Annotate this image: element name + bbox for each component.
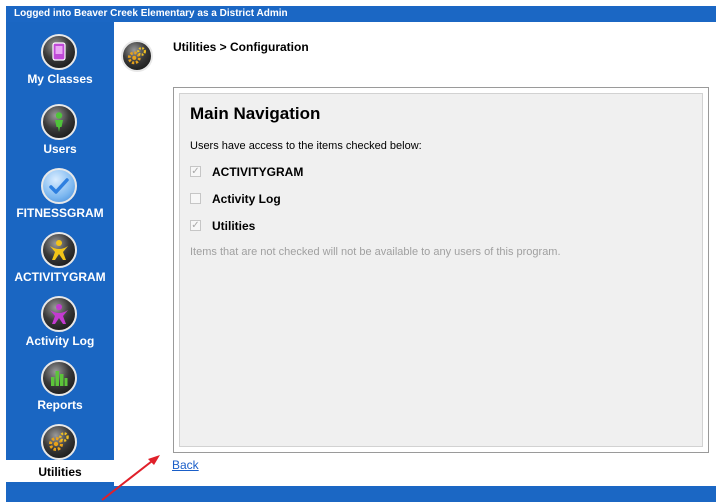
reports-icon	[41, 360, 77, 396]
sidebar-item-label: Users	[43, 142, 77, 156]
back-link[interactable]: Back	[172, 458, 199, 472]
sidebar-item-my-classes[interactable]: My Classes	[6, 32, 114, 96]
main-navigation-section: Main Navigation Users have access to the…	[179, 93, 703, 447]
sidebar-item-activity-log[interactable]: Activity Log	[6, 294, 114, 358]
my-classes-icon	[41, 34, 77, 70]
section-description: Users have access to the items checked b…	[190, 140, 422, 152]
sidebar-item-label: My Classes	[27, 72, 93, 86]
activity-log-checkbox[interactable]	[190, 193, 201, 204]
option-label: Utilities	[212, 219, 256, 233]
sidebar-item-label: Reports	[37, 398, 83, 412]
activitygram-icon	[41, 232, 77, 268]
breadcrumb: Utilities > Configuration	[173, 40, 309, 54]
sidebar-item-label: FITNESSGRAM	[16, 206, 104, 220]
sidebar-item-fitnessgram[interactable]: FITNESSGRAM	[6, 166, 114, 230]
annotation-arrow	[101, 455, 160, 501]
sidebar-item-users[interactable]: Users	[6, 102, 114, 166]
utilities-icon	[41, 424, 77, 460]
fitnessgram-icon	[41, 168, 77, 204]
top-status-bar: Logged into Beaver Creek Elementary as a…	[6, 6, 716, 22]
sidebar-item-label: ACTIVITYGRAM	[14, 270, 106, 284]
section-note: Items that are not checked will not be a…	[190, 246, 561, 258]
sidebar-item-activitygram[interactable]: ACTIVITYGRAM	[6, 230, 114, 294]
sidebar-item-reports[interactable]: Reports	[6, 358, 114, 422]
utilities-gear-icon	[121, 40, 153, 72]
login-status-text: Logged into Beaver Creek Elementary as a…	[14, 8, 288, 19]
configuration-panel: Main Navigation Users have access to the…	[173, 87, 709, 453]
option-label: ACTIVITYGRAM	[212, 165, 304, 179]
section-title: Main Navigation	[190, 104, 321, 123]
option-label: Activity Log	[212, 192, 281, 206]
activitygram-checkbox[interactable]: ✓	[190, 166, 201, 177]
activity-log-icon	[41, 296, 77, 332]
users-icon	[41, 104, 77, 140]
sidebar-nav: My Classes Users FITNESSGRAM ACTIVITYGRA…	[6, 22, 114, 486]
utilities-checkbox[interactable]: ✓	[190, 220, 201, 231]
sidebar-item-label: Activity Log	[25, 334, 95, 348]
